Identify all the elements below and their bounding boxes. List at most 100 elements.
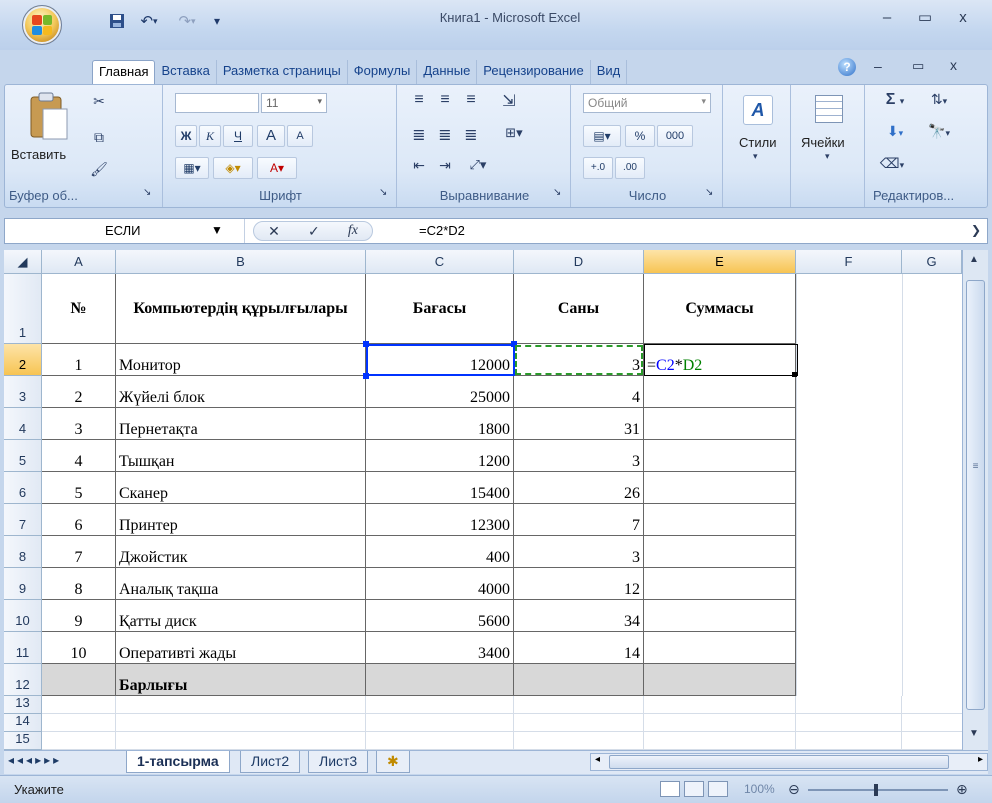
column-header-d[interactable]: D: [514, 250, 644, 274]
font-name-field[interactable]: [175, 93, 259, 113]
tab-data[interactable]: Данные: [417, 60, 478, 84]
grow-font-button[interactable]: A: [257, 125, 285, 147]
fill-color-icon[interactable]: ◈▾: [213, 157, 253, 179]
cell-device[interactable]: Тышқан: [116, 440, 366, 472]
italic-button[interactable]: К: [199, 125, 221, 147]
row-header-11[interactable]: 11: [4, 632, 42, 664]
page-layout-view-icon[interactable]: [684, 781, 704, 797]
horizontal-scrollbar[interactable]: ◂ ▸: [590, 753, 988, 771]
sort-filter-icon[interactable]: ⇅▾: [919, 91, 959, 108]
cell-price[interactable]: 25000: [366, 376, 514, 408]
cell-quantity[interactable]: 14: [514, 632, 644, 664]
header-cell-number[interactable]: №: [42, 274, 116, 344]
cell-sum[interactable]: [644, 504, 796, 536]
tab-formulas[interactable]: Формулы: [348, 60, 418, 84]
insert-function-icon[interactable]: fx: [348, 223, 358, 239]
total-cell-c[interactable]: [366, 664, 514, 696]
cell-sum[interactable]: [644, 600, 796, 632]
fill-handle[interactable]: [792, 372, 797, 377]
row-header-5[interactable]: 5: [4, 440, 42, 472]
select-all-corner[interactable]: ◢: [4, 250, 42, 274]
currency-icon[interactable]: ▤▾: [583, 125, 621, 147]
cell-number[interactable]: 8: [42, 568, 116, 600]
cell-quantity[interactable]: 3: [514, 536, 644, 568]
percent-button[interactable]: %: [625, 125, 655, 147]
copy-icon[interactable]: ⧉: [89, 129, 109, 146]
scroll-right-icon[interactable]: ▸: [978, 754, 983, 765]
wrap-text-icon[interactable]: ⇲: [497, 91, 521, 111]
fill-icon[interactable]: ⬇▾: [877, 123, 913, 140]
cell-number[interactable]: 7: [42, 536, 116, 568]
cell-number[interactable]: 6: [42, 504, 116, 536]
merge-center-icon[interactable]: ⊞▾: [497, 125, 531, 141]
cell-price[interactable]: 15400: [366, 472, 514, 504]
cell-quantity[interactable]: 26: [514, 472, 644, 504]
cell-price[interactable]: 400: [366, 536, 514, 568]
zoom-in-icon[interactable]: ⊕: [956, 781, 968, 798]
zoom-slider[interactable]: [808, 789, 948, 791]
row-header-13[interactable]: 13: [4, 695, 42, 714]
cell-quantity[interactable]: 4: [514, 376, 644, 408]
minimize-button[interactable]: –: [872, 8, 902, 28]
cell-price[interactable]: 12300: [366, 504, 514, 536]
font-size-field[interactable]: 11 ▾: [261, 93, 327, 113]
dialog-launcher-icon[interactable]: ↘: [705, 187, 713, 198]
ribbon-minimize-icon[interactable]: –: [874, 58, 882, 74]
row-header-4[interactable]: 4: [4, 408, 42, 440]
dialog-launcher-icon[interactable]: ↘: [553, 187, 561, 198]
paste-label[interactable]: Вставить: [11, 147, 66, 162]
help-icon[interactable]: ?: [838, 58, 856, 76]
cells-group[interactable]: Ячейки ▾: [793, 85, 865, 207]
cell-sum[interactable]: [644, 376, 796, 408]
align-center-icon[interactable]: ≣: [433, 125, 457, 145]
increase-decimal-icon[interactable]: +.0: [583, 157, 613, 179]
cell-device[interactable]: Джойстик: [116, 536, 366, 568]
row-header-1[interactable]: 1: [4, 274, 42, 344]
cell-quantity[interactable]: 31: [514, 408, 644, 440]
cell-sum[interactable]: [644, 440, 796, 472]
cell-device[interactable]: Принтер: [116, 504, 366, 536]
sheet-tab-2[interactable]: Лист2: [240, 751, 301, 773]
autosum-icon[interactable]: Σ ▾: [877, 91, 913, 109]
row-header-6[interactable]: 6: [4, 472, 42, 504]
align-right-icon[interactable]: ≣: [459, 125, 483, 145]
column-header-c[interactable]: C: [366, 250, 514, 274]
cell-price[interactable]: 4000: [366, 568, 514, 600]
underline-button[interactable]: Ч: [223, 125, 253, 147]
tab-page-layout[interactable]: Разметка страницы: [217, 60, 348, 84]
cell-quantity[interactable]: 12: [514, 568, 644, 600]
cell-device[interactable]: Оперативті жады: [116, 632, 366, 664]
cell-device[interactable]: Жүйелі блок: [116, 376, 366, 408]
clear-icon[interactable]: ⌫▾: [877, 155, 907, 172]
insert-sheet-icon[interactable]: ✱: [376, 751, 410, 773]
row-header-14[interactable]: 14: [4, 713, 42, 732]
row-header-2[interactable]: 2: [4, 344, 42, 376]
cell-number[interactable]: 2: [42, 376, 116, 408]
zoom-out-icon[interactable]: ⊖: [788, 781, 800, 798]
cell-sum[interactable]: [644, 632, 796, 664]
sheet-tab-3[interactable]: Лист3: [308, 751, 369, 773]
bold-button[interactable]: Ж: [175, 125, 197, 147]
restore-button[interactable]: ▭: [910, 8, 940, 28]
cell-number[interactable]: 5: [42, 472, 116, 504]
worksheet-grid[interactable]: ◢ A B C D E F G 1 2 3 4 5 6 7 8 9 10 11 …: [4, 250, 962, 750]
ribbon-close-icon[interactable]: x: [950, 57, 957, 73]
scroll-down-icon[interactable]: ▼: [969, 728, 979, 739]
orientation-icon[interactable]: ⤢▾: [461, 157, 495, 173]
scroll-thumb[interactable]: ≡: [966, 280, 985, 710]
tab-view[interactable]: Вид: [591, 60, 628, 84]
total-cell-a[interactable]: [42, 664, 116, 696]
page-break-view-icon[interactable]: [708, 781, 728, 797]
styles-group[interactable]: A Стили ▾: [725, 85, 791, 207]
align-bottom-icon[interactable]: ≡: [459, 91, 483, 109]
align-middle-icon[interactable]: ≡: [433, 91, 457, 109]
cell-price[interactable]: 5600: [366, 600, 514, 632]
cell-price[interactable]: 1800: [366, 408, 514, 440]
column-header-e[interactable]: E: [644, 250, 796, 274]
column-header-b[interactable]: B: [116, 250, 366, 274]
normal-view-icon[interactable]: [660, 781, 680, 797]
paste-button[interactable]: [27, 91, 77, 145]
row-header-12[interactable]: 12: [4, 664, 42, 696]
font-color-icon[interactable]: A▾: [257, 157, 297, 179]
formula-input[interactable]: =C2*D2: [419, 223, 465, 238]
